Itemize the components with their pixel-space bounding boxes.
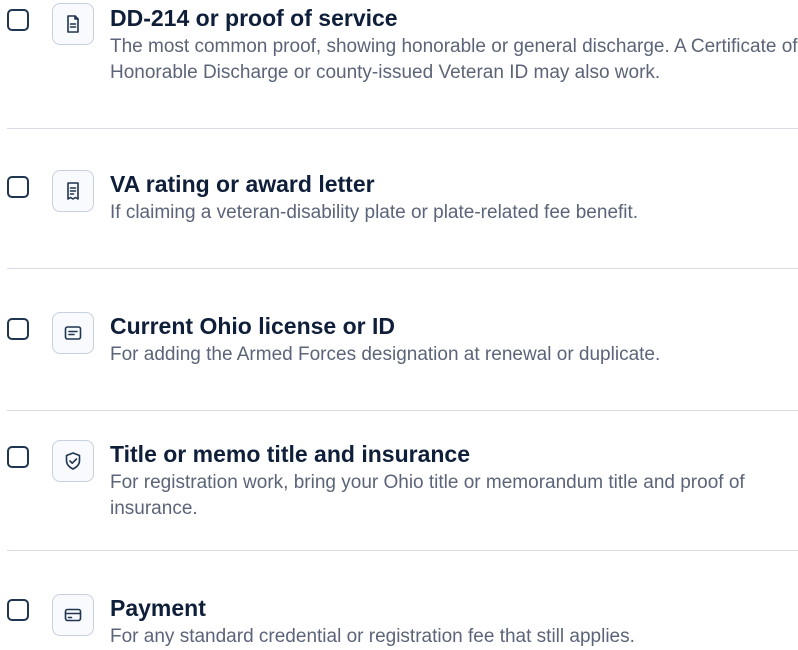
divider <box>7 268 798 269</box>
checkbox-title-insurance[interactable] <box>7 446 29 468</box>
receipt-icon <box>52 170 94 212</box>
item-title: VA rating or award letter <box>110 171 375 197</box>
item-title: Payment <box>110 595 206 621</box>
item-description: For adding the Armed Forces designation … <box>110 344 661 365</box>
checkbox-dd214[interactable] <box>7 9 29 31</box>
item-title: Current Ohio license or ID <box>110 313 395 339</box>
divider <box>7 128 798 129</box>
item-description: For any standard credential or registrat… <box>110 626 635 647</box>
divider <box>7 550 798 551</box>
item-description: For registration work, bring your Ohio t… <box>110 472 745 519</box>
divider <box>7 410 798 411</box>
document-icon <box>52 3 94 45</box>
checkbox-va-letter[interactable] <box>7 176 29 198</box>
checkbox-payment[interactable] <box>7 599 29 621</box>
item-title: DD-214 or proof of service <box>110 5 398 31</box>
checkbox-ohio-license[interactable] <box>7 318 29 340</box>
credit-card-icon <box>52 594 94 636</box>
shield-check-icon <box>52 440 94 482</box>
item-description: If claiming a veteran-disability plate o… <box>110 202 639 223</box>
id-card-icon <box>52 312 94 354</box>
item-title: Title or memo title and insurance <box>110 441 470 467</box>
document-checklist: DD-214 or proof of service The most comm… <box>0 0 798 649</box>
item-description: The most common proof, showing honorable… <box>110 36 798 83</box>
